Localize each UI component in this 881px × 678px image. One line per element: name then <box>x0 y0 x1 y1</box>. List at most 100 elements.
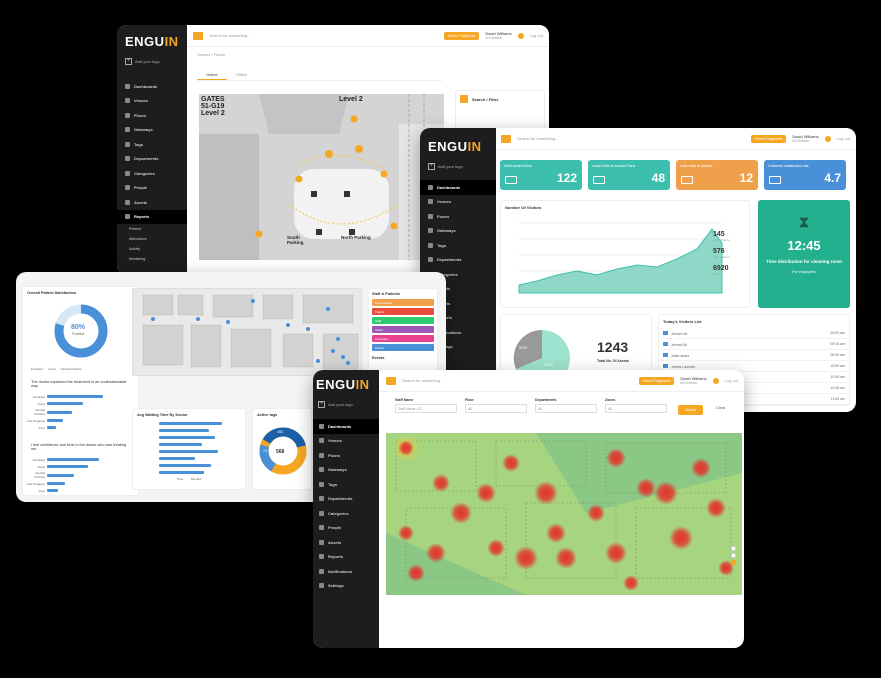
sidebar-item-venues[interactable]: Venues <box>420 195 496 210</box>
staff-filter-caretaker[interactable]: Caretaker <box>372 335 434 342</box>
bell-icon[interactable] <box>517 32 524 39</box>
bar <box>47 426 56 429</box>
donut-label-a: 37% <box>519 345 528 350</box>
logout-link[interactable]: Log out <box>837 136 850 141</box>
sidebar-item-label: Dashboards <box>437 184 461 190</box>
tab-offline[interactable]: Offline <box>227 69 257 80</box>
search-input[interactable]: Search for something... <box>402 378 633 383</box>
occupancy-map[interactable] <box>132 288 362 376</box>
sidebar-item-label: Assets <box>328 539 342 545</box>
logout-link[interactable]: Log out <box>530 33 543 38</box>
bar <box>47 473 74 477</box>
sidebar-item-dashboards[interactable]: Dashboards <box>313 419 379 434</box>
user-menu[interactable]: David Williams Art Director <box>485 31 511 41</box>
add-logo-button[interactable]: + Add your logo <box>428 163 496 170</box>
bar-row: Excellent <box>27 394 127 399</box>
sidebar-item-reports[interactable]: Reports <box>313 550 379 565</box>
sidebar-item-dashboards[interactable]: Dashboards <box>117 79 187 94</box>
sidebar-item-gateways[interactable]: Gateways <box>420 224 496 239</box>
sidebar-item-label: Gateways <box>134 127 153 133</box>
sidebar-item-tags[interactable]: Tags <box>117 137 187 152</box>
sidebar-item-venues[interactable]: Venues <box>313 434 379 449</box>
sidebar-item-people[interactable]: People <box>117 181 187 196</box>
filter-input[interactable]: All <box>605 404 667 413</box>
sidebar-item-notifications[interactable]: Notifications <box>313 564 379 579</box>
sidebar-item-floors[interactable]: Floors <box>420 209 496 224</box>
add-logo-button[interactable]: + Add your logo <box>125 58 187 65</box>
sidebar-item-gateways[interactable]: Gateways <box>117 123 187 138</box>
sidebar-item-dashboards[interactable]: Dashboards <box>420 180 496 195</box>
metric-label: Avg. Visitors <box>713 238 730 242</box>
sidebar-item-floors[interactable]: Floors <box>313 448 379 463</box>
sidebar-item-categories[interactable]: Categories <box>313 506 379 521</box>
zoom-in-button[interactable] <box>731 546 736 551</box>
heatmap[interactable] <box>386 433 742 595</box>
subnav-item-attendance[interactable]: Attendance <box>129 234 187 244</box>
sidebar-item-departments[interactable]: Departments <box>313 492 379 507</box>
clear-button[interactable]: Clear <box>716 406 725 410</box>
bell-icon[interactable] <box>712 377 719 384</box>
subnav-item-monitoring[interactable]: Monitoring <box>129 254 187 264</box>
zoom-controls[interactable] <box>731 546 736 565</box>
list-item[interactable]: Jenned Ali 09:15 am <box>659 339 849 350</box>
list-item[interactable]: Jenned Ali 09:00 am <box>659 328 849 339</box>
sidebar-item-label: Departments <box>134 156 159 162</box>
staff-filter-others[interactable]: Others <box>372 344 434 351</box>
layer-button[interactable] <box>731 560 736 565</box>
bar-label: Poor <box>38 488 45 493</box>
visitor-name: James Leonard <box>671 364 696 369</box>
sidebar-item-assets[interactable]: Assets <box>117 195 187 210</box>
org-select[interactable]: Select Fingerprint <box>638 376 675 385</box>
assets-value: 1243 <box>597 339 629 355</box>
sidebar-item-venues[interactable]: Venues <box>117 94 187 109</box>
sidebar-item-categories[interactable]: Categories <box>117 166 187 181</box>
filter-label: Staff Name <box>395 398 414 402</box>
filter-input[interactable]: All <box>535 404 597 413</box>
sidebar-item-departments[interactable]: Departments <box>420 253 496 268</box>
org-select[interactable]: Select Fingerprint <box>443 31 480 40</box>
logout-link[interactable]: Log out <box>725 378 738 383</box>
user-menu[interactable]: David Williams Art Director <box>680 376 706 386</box>
sidebar-item-settings[interactable]: Settings <box>313 579 379 594</box>
staff-filter-patient[interactable]: Patient <box>372 308 434 315</box>
filter-input[interactable]: All <box>465 404 527 413</box>
filter-input[interactable]: Staff Name / ID <box>395 404 457 413</box>
sidebar-item-label: Tags <box>134 141 144 147</box>
list-item[interactable]: Jafier share 09:30 am <box>659 350 849 361</box>
sidebar-item-assets[interactable]: Assets <box>313 535 379 550</box>
floors-icon <box>428 213 433 219</box>
stat-card-least-visits-at-docked-plans: Least visits at docked Plans 48 <box>588 160 670 190</box>
sidebar-item-gateways[interactable]: Gateways <box>313 463 379 478</box>
user-menu[interactable]: David Williams Art Director <box>792 134 818 144</box>
org-select[interactable]: Select Fingerprint <box>750 134 787 143</box>
add-logo-button[interactable]: + Add your logo <box>318 401 379 408</box>
menu-toggle-button[interactable] <box>193 31 203 40</box>
search-input[interactable]: Search for something... <box>209 33 438 38</box>
sidebar-item-people[interactable]: People <box>313 521 379 536</box>
subnav-item-present[interactable]: Present <box>129 224 187 234</box>
staff-filter-nurse-doctor[interactable]: Nurse/Doctor <box>372 299 434 306</box>
zoom-out-button[interactable] <box>731 553 736 558</box>
sidebar-item-tags[interactable]: Tags <box>420 238 496 253</box>
staff-filter-staff[interactable]: Staff <box>372 317 434 324</box>
events-title: Events <box>372 356 385 360</box>
top-bar: Search for something... Select Fingerpri… <box>187 25 549 47</box>
sidebar-item-reports[interactable]: Reports <box>117 209 187 224</box>
staff-filter-visitor[interactable]: Visitor <box>372 326 434 333</box>
visitor-time: 10:00 am <box>830 363 845 368</box>
bell-icon[interactable] <box>824 135 831 142</box>
legend-item: Good <box>48 367 56 371</box>
menu-toggle-button[interactable] <box>386 376 396 385</box>
search-input[interactable]: Search for something... <box>517 136 745 141</box>
floor-map[interactable]: GATES 51-G19 Level 2 Level 2 South Parki… <box>199 94 444 260</box>
search-button[interactable]: Search <box>678 405 704 415</box>
tab-online[interactable]: Online <box>197 69 227 80</box>
sidebar-item-tags[interactable]: Tags <box>313 477 379 492</box>
filter-icon[interactable] <box>460 95 468 103</box>
menu-toggle-button[interactable] <box>501 134 511 143</box>
subnav-item-activity[interactable]: Activity <box>129 244 187 254</box>
filter-departments: Departments All <box>535 398 597 413</box>
sidebar-item-departments[interactable]: Departments <box>117 152 187 167</box>
breadcrumb: Venues / Floors <box>197 52 225 57</box>
sidebar-item-floors[interactable]: Floors <box>117 108 187 123</box>
